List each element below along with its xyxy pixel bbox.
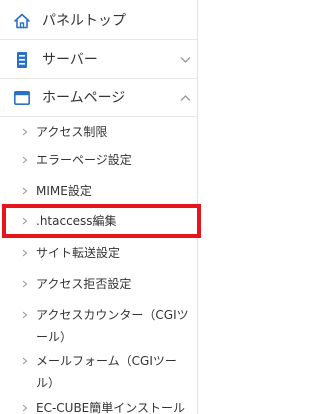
chevron-right-icon bbox=[22, 249, 28, 257]
chevron-right-icon bbox=[22, 128, 28, 136]
submenu-item-label: サイト転送設定 bbox=[36, 246, 121, 260]
submenu-item-label: アクセスカウンター（CGIツール） bbox=[36, 308, 189, 344]
sidebar-nav: パネルトップ サーバー ホームページ アクセス制限 エラーページ設定 MIME設… bbox=[0, 0, 197, 414]
chevron-right-icon bbox=[22, 280, 28, 288]
nav-item-label: ホームページ bbox=[42, 90, 126, 106]
chevron-down-icon[interactable] bbox=[180, 56, 191, 64]
submenu-item-label: アクセス拒否設定 bbox=[36, 277, 132, 291]
submenu-item-label: .htaccess編集 bbox=[36, 214, 117, 228]
nav-item-label: パネルトップ bbox=[42, 13, 126, 29]
chevron-right-icon bbox=[22, 357, 28, 365]
nav-item-homepage[interactable]: ホームページ bbox=[0, 79, 197, 117]
nav-item-server[interactable]: サーバー bbox=[0, 41, 197, 79]
submenu-item-label: メールフォーム（CGIツール） bbox=[36, 354, 177, 390]
window-icon bbox=[13, 90, 30, 105]
chevron-right-icon bbox=[22, 156, 28, 164]
submenu-item-label: EC-CUBE簡単インストール bbox=[36, 401, 186, 414]
chevron-right-icon bbox=[22, 217, 28, 225]
chevron-right-icon bbox=[22, 404, 28, 412]
nav-item-panel-top[interactable]: パネルトップ bbox=[0, 2, 197, 40]
chevron-right-icon bbox=[22, 187, 28, 195]
nav-item-label: サーバー bbox=[42, 52, 98, 68]
sidebar-divider bbox=[197, 0, 198, 414]
submenu-item-label: エラーページ設定 bbox=[36, 153, 132, 167]
server-icon bbox=[17, 52, 27, 68]
home-icon bbox=[14, 13, 30, 29]
chevron-up-icon[interactable] bbox=[180, 94, 191, 102]
submenu-item-label: アクセス制限 bbox=[36, 125, 108, 139]
submenu-item-label: MIME設定 bbox=[36, 184, 92, 198]
chevron-right-icon bbox=[22, 311, 28, 319]
